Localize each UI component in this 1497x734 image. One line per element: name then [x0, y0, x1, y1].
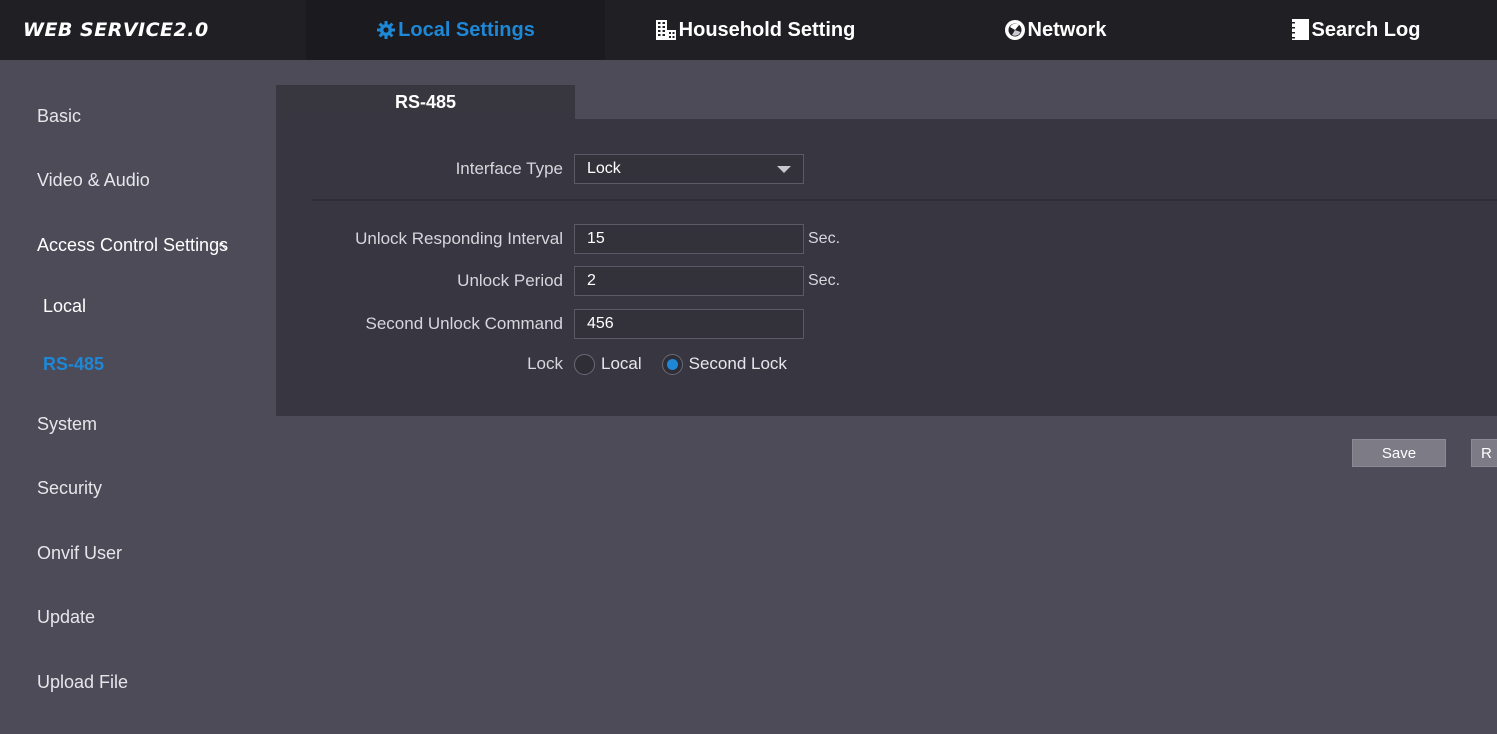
gear-icon	[376, 20, 396, 40]
tab-label: Local Settings	[398, 18, 535, 41]
tab-label: Search Log	[1311, 18, 1421, 41]
lock-option-local-label: Local	[601, 354, 642, 373]
sidebar-item-system[interactable]: System	[37, 414, 97, 435]
app-logo: WEB SERVICE2.0	[23, 19, 209, 41]
sidebar-item-access-control-settings[interactable]: Access Control Settings	[37, 235, 228, 256]
lock-option-second-lock[interactable]: Second Lock	[661, 353, 787, 375]
tab-local-settings[interactable]: Local Settings	[306, 0, 605, 60]
top-nav-bar: WEB SERVICE2.0 Local Settings Household …	[0, 0, 1497, 60]
sidebar-item-security[interactable]: Security	[37, 478, 102, 499]
tab-household-setting[interactable]: Household Setting	[605, 0, 905, 60]
second-unlock-command-row: Second Unlock Command	[276, 309, 1497, 339]
interface-type-select[interactable]: Lock	[574, 154, 804, 184]
unlock-responding-interval-input[interactable]	[574, 224, 804, 254]
secondary-action-button[interactable]: R	[1471, 439, 1497, 467]
sidebar-subitem-local[interactable]: Local	[43, 296, 86, 317]
unlock-period-label: Unlock Period	[457, 271, 563, 290]
unlock-period-input[interactable]	[574, 266, 804, 296]
unlock-responding-interval-row: Unlock Responding Interval Sec.	[276, 224, 1497, 254]
tab-label: Network	[1027, 18, 1107, 41]
unlock-period-unit: Sec.	[808, 272, 841, 289]
unlock-responding-interval-label: Unlock Responding Interval	[355, 229, 563, 248]
radio-unchecked[interactable]	[574, 353, 595, 375]
sidebar-item-update[interactable]: Update	[37, 607, 95, 628]
chevron-down-icon	[777, 165, 791, 173]
save-button[interactable]: Save	[1352, 439, 1446, 467]
content-tab-bar: RS-485	[276, 85, 1497, 119]
sidebar-item-upload-file[interactable]: Upload File	[37, 672, 128, 693]
radio-checked[interactable]	[661, 353, 683, 375]
second-unlock-command-input[interactable]	[574, 309, 804, 339]
lock-radio-group: Local Second Lock	[574, 353, 807, 375]
tab-network[interactable]: Network	[905, 0, 1205, 60]
unlock-responding-interval-unit: Sec.	[808, 230, 841, 247]
tab-search-log[interactable]: Search Log	[1205, 0, 1497, 60]
radio-dot	[666, 358, 678, 370]
tab-label: Household Setting	[678, 18, 856, 41]
building-icon	[655, 19, 677, 41]
sidebar-item-basic[interactable]: Basic	[37, 106, 81, 127]
lock-label: Lock	[527, 354, 563, 373]
mouse-cursor-icon: ↖	[218, 239, 229, 253]
second-unlock-command-label: Second Unlock Command	[365, 314, 563, 333]
interface-type-label: Interface Type	[455, 159, 563, 178]
unlock-period-row: Unlock Period Sec.	[276, 266, 1497, 296]
interface-type-value: Lock	[587, 160, 621, 177]
sidebar-item-onvif-user[interactable]: Onvif User	[37, 543, 122, 564]
lock-option-second-lock-label: Second Lock	[688, 354, 787, 373]
content-tab-rs485[interactable]: RS-485	[276, 85, 575, 119]
sidebar-subitem-rs485[interactable]: RS-485	[43, 354, 104, 375]
section-divider	[312, 199, 1497, 201]
globe-icon	[1004, 19, 1026, 41]
lock-option-local[interactable]: Local	[574, 353, 642, 375]
rs485-settings-panel: Interface Type Lock Unlock Responding In…	[276, 119, 1497, 416]
notebook-icon	[1290, 18, 1310, 42]
interface-type-row: Interface Type Lock	[276, 154, 1497, 184]
sidebar-item-video-audio[interactable]: Video & Audio	[37, 170, 150, 191]
lock-row: Lock Local Second Lock	[276, 349, 1497, 379]
sidebar: Basic Video & Audio Access Control Setti…	[0, 60, 276, 734]
